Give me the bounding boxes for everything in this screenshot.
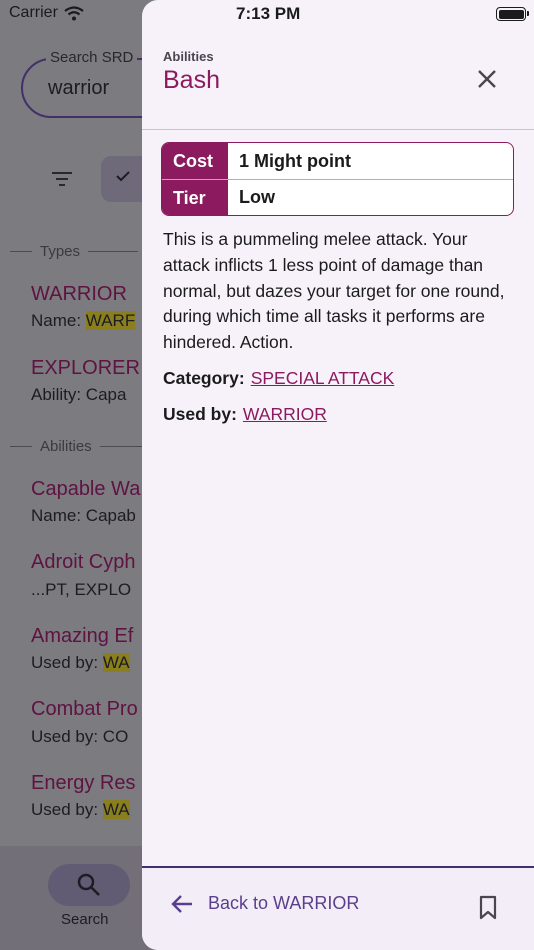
stat-table: Cost 1 Might point Tier Low <box>161 142 514 216</box>
sheet-category: Abilities <box>163 49 214 64</box>
wifi-icon <box>64 5 84 20</box>
bookmark-icon[interactable] <box>478 895 498 921</box>
ability-description: This is a pummeling melee attack. Your a… <box>163 229 505 353</box>
stat-key: Tier <box>162 180 227 215</box>
status-bar: Carrier 7:13 PM <box>0 0 534 30</box>
carrier-indicator: Carrier <box>9 4 84 22</box>
stat-row-cost: Cost 1 Might point <box>162 143 513 179</box>
category-link[interactable]: SPECIAL ATTACK <box>251 368 395 388</box>
stat-key: Cost <box>162 143 227 179</box>
result-title[interactable]: Adroit Cyph <box>31 551 136 574</box>
result-subtitle: ...PT, EXPLO <box>31 580 132 599</box>
sheet-title: Bash <box>163 66 220 94</box>
stat-value: Low <box>227 180 513 215</box>
filter-icon[interactable] <box>51 170 73 188</box>
result-title[interactable]: EXPLORER <box>31 357 140 380</box>
clock: 7:13 PM <box>236 4 301 23</box>
result-subtitle: Used by: CO <box>31 727 129 746</box>
result-title[interactable]: Energy Res <box>31 772 136 795</box>
used-by-link[interactable]: WARRIOR <box>243 404 327 424</box>
back-button-label: Back to WARRIOR <box>208 893 360 913</box>
battery-icon <box>496 7 529 21</box>
result-subtitle: Ability: Capa <box>31 385 127 404</box>
result-title[interactable]: Combat Pro <box>31 698 138 721</box>
arrow-left-icon <box>171 894 192 913</box>
ability-detail-sheet: Abilities Bash Cost 1 Might point Tier L… <box>142 0 534 950</box>
result-subtitle: Name: WARF <box>31 311 136 330</box>
result-subtitle: Used by: WA <box>31 653 130 672</box>
close-icon <box>478 70 496 88</box>
section-header-types: Types <box>10 243 139 260</box>
category-label: Category: <box>163 368 245 388</box>
close-button[interactable] <box>472 64 502 94</box>
stat-value: 1 Might point <box>227 143 513 179</box>
used-by-row: Used by: WARRIOR <box>163 404 327 425</box>
result-title[interactable]: WARRIOR <box>31 283 127 306</box>
check-icon <box>116 171 130 182</box>
category-row: Category: SPECIAL ATTACK <box>163 368 394 389</box>
stat-row-tier: Tier Low <box>162 179 513 215</box>
search-icon <box>77 873 100 896</box>
section-header-abilities: Abilities <box>10 438 150 455</box>
result-subtitle: Name: Capab <box>31 506 136 525</box>
result-title[interactable]: Amazing Ef <box>31 625 133 648</box>
used-by-label: Used by: <box>163 404 237 424</box>
back-button[interactable]: Back to WARRIOR <box>170 893 359 914</box>
nav-item-search-label: Search <box>61 911 109 928</box>
divider <box>142 129 534 130</box>
search-label: Search SRD <box>46 49 138 66</box>
search-input[interactable]: warrior <box>48 77 109 100</box>
result-subtitle: Used by: WA <box>31 800 130 819</box>
result-title[interactable]: Capable Wa <box>31 478 140 501</box>
